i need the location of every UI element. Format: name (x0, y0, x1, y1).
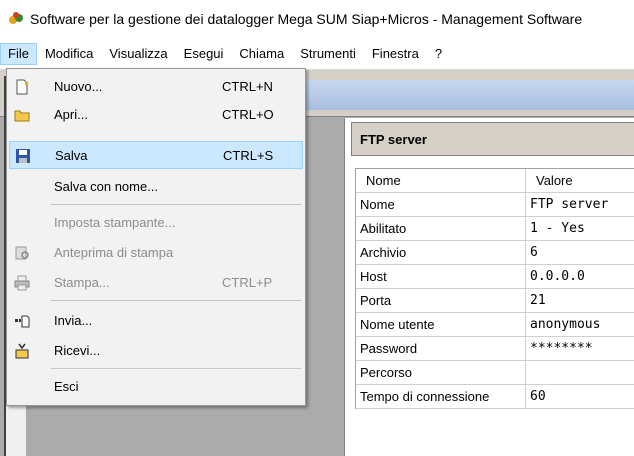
property-key: Tempo di connessione (356, 385, 526, 409)
property-key: Password (356, 337, 526, 361)
menu-item-label: Invia... (54, 313, 93, 328)
property-value[interactable]: FTP server (526, 193, 634, 217)
child-window-titlebar (300, 80, 634, 110)
window-title: Software per la gestione dei datalogger … (30, 11, 583, 27)
menu-item-label: Nuovo... (54, 79, 103, 94)
grid-row[interactable]: Host 0.0.0.0 (356, 265, 634, 289)
menu-item-label: Ricevi... (54, 343, 101, 358)
menu-esegui[interactable]: Esegui (176, 43, 232, 65)
property-key: Host (356, 265, 526, 289)
menu-item-shortcut: CTRL+P (222, 275, 273, 290)
menu-separator (51, 204, 301, 205)
menu-chiama[interactable]: Chiama (231, 43, 292, 65)
printer-icon (14, 275, 30, 291)
grid-row[interactable]: Porta 21 (356, 289, 634, 313)
title-bar: Software per la gestione dei datalogger … (0, 0, 634, 38)
menu-item-shortcut: CTRL+O (222, 107, 274, 122)
property-key: Archivio (356, 241, 526, 265)
menu-item-ricevi[interactable]: Ricevi... (9, 337, 303, 365)
property-value[interactable]: anonymous (526, 313, 634, 337)
menu-item-imposta-stampante[interactable]: Imposta stampante... (9, 209, 303, 237)
menu-item-label: Imposta stampante... (54, 215, 176, 230)
new-document-icon (16, 79, 29, 95)
property-key: Percorso (356, 361, 526, 385)
property-value[interactable]: 0.0.0.0 (526, 265, 634, 289)
open-folder-icon (14, 110, 30, 122)
property-value[interactable]: 21 (526, 289, 634, 313)
column-header-nome[interactable]: Nome (356, 169, 526, 193)
properties-window: FTP server Nome Valore Nome FTP server Ab… (344, 118, 634, 456)
menu-item-label: Esci (54, 379, 79, 394)
print-preview-icon (15, 246, 29, 260)
menu-item-esci[interactable]: Esci (9, 373, 303, 401)
property-key: Porta (356, 289, 526, 313)
grid-row[interactable]: Archivio 6 (356, 241, 634, 265)
property-key: Nome (356, 193, 526, 217)
grid-row[interactable]: Password ******** (356, 337, 634, 361)
menu-item-label: Salva con nome... (54, 179, 159, 194)
menu-item-salva-con-nome[interactable]: Salva con nome... (9, 173, 303, 201)
grid-row[interactable]: Tempo di connessione 60 (356, 385, 634, 409)
grid-header-row: Nome Valore (356, 169, 634, 193)
property-value[interactable]: 1 - Yes (526, 217, 634, 241)
save-disk-icon (16, 149, 30, 163)
menu-item-salva[interactable]: Salva CTRL+S (9, 141, 303, 169)
property-key: Nome utente (356, 313, 526, 337)
grid-row[interactable]: Nome utente anonymous (356, 313, 634, 337)
menu-bar: File Modifica Visualizza Esegui Chiama S… (0, 38, 634, 70)
menu-visualizza[interactable]: Visualizza (101, 43, 175, 65)
menu-item-invia[interactable]: Invia... (9, 307, 303, 335)
panel-header: FTP server (351, 122, 634, 156)
menu-item-apri[interactable]: Apri... CTRL+O (9, 101, 303, 129)
menu-item-label: Stampa... (54, 275, 110, 290)
receive-icon (15, 343, 29, 359)
property-value[interactable]: 60 (526, 385, 634, 409)
menu-separator (51, 300, 301, 301)
menu-modifica[interactable]: Modifica (37, 43, 101, 65)
menu-item-stampa[interactable]: Stampa... CTRL+P (9, 269, 303, 297)
menu-item-nuovo[interactable]: Nuovo... CTRL+N (9, 73, 303, 101)
app-icon (9, 12, 23, 24)
menu-strumenti[interactable]: Strumenti (292, 43, 364, 65)
menu-file[interactable]: File (0, 42, 37, 65)
menu-item-label: Salva (55, 148, 88, 163)
menu-item-shortcut: CTRL+N (222, 79, 273, 94)
menu-finestra[interactable]: Finestra (364, 43, 427, 65)
menu-item-shortcut: CTRL+S (223, 148, 274, 163)
property-value[interactable]: ******** (526, 337, 634, 361)
menu-item-label: Apri... (54, 107, 88, 122)
file-menu-dropdown: Nuovo... CTRL+N Apri... CTRL+O Salva CTR… (6, 68, 306, 406)
property-key: Abilitato (356, 217, 526, 241)
property-value[interactable]: 6 (526, 241, 634, 265)
grid-row[interactable]: Percorso (356, 361, 634, 385)
menu-item-label: Anteprima di stampa (54, 245, 174, 260)
menu-item-anteprima-di-stampa[interactable]: Anteprima di stampa (9, 239, 303, 267)
column-header-valore[interactable]: Valore (526, 169, 634, 193)
grid-row[interactable]: Abilitato 1 - Yes (356, 217, 634, 241)
property-value[interactable] (526, 361, 634, 385)
grid-row[interactable]: Nome FTP server (356, 193, 634, 217)
property-grid: Nome Valore Nome FTP server Abilitato 1 - … (355, 168, 634, 409)
send-icon (15, 315, 30, 328)
menu-separator (51, 368, 301, 369)
menu-help[interactable]: ? (427, 43, 450, 65)
